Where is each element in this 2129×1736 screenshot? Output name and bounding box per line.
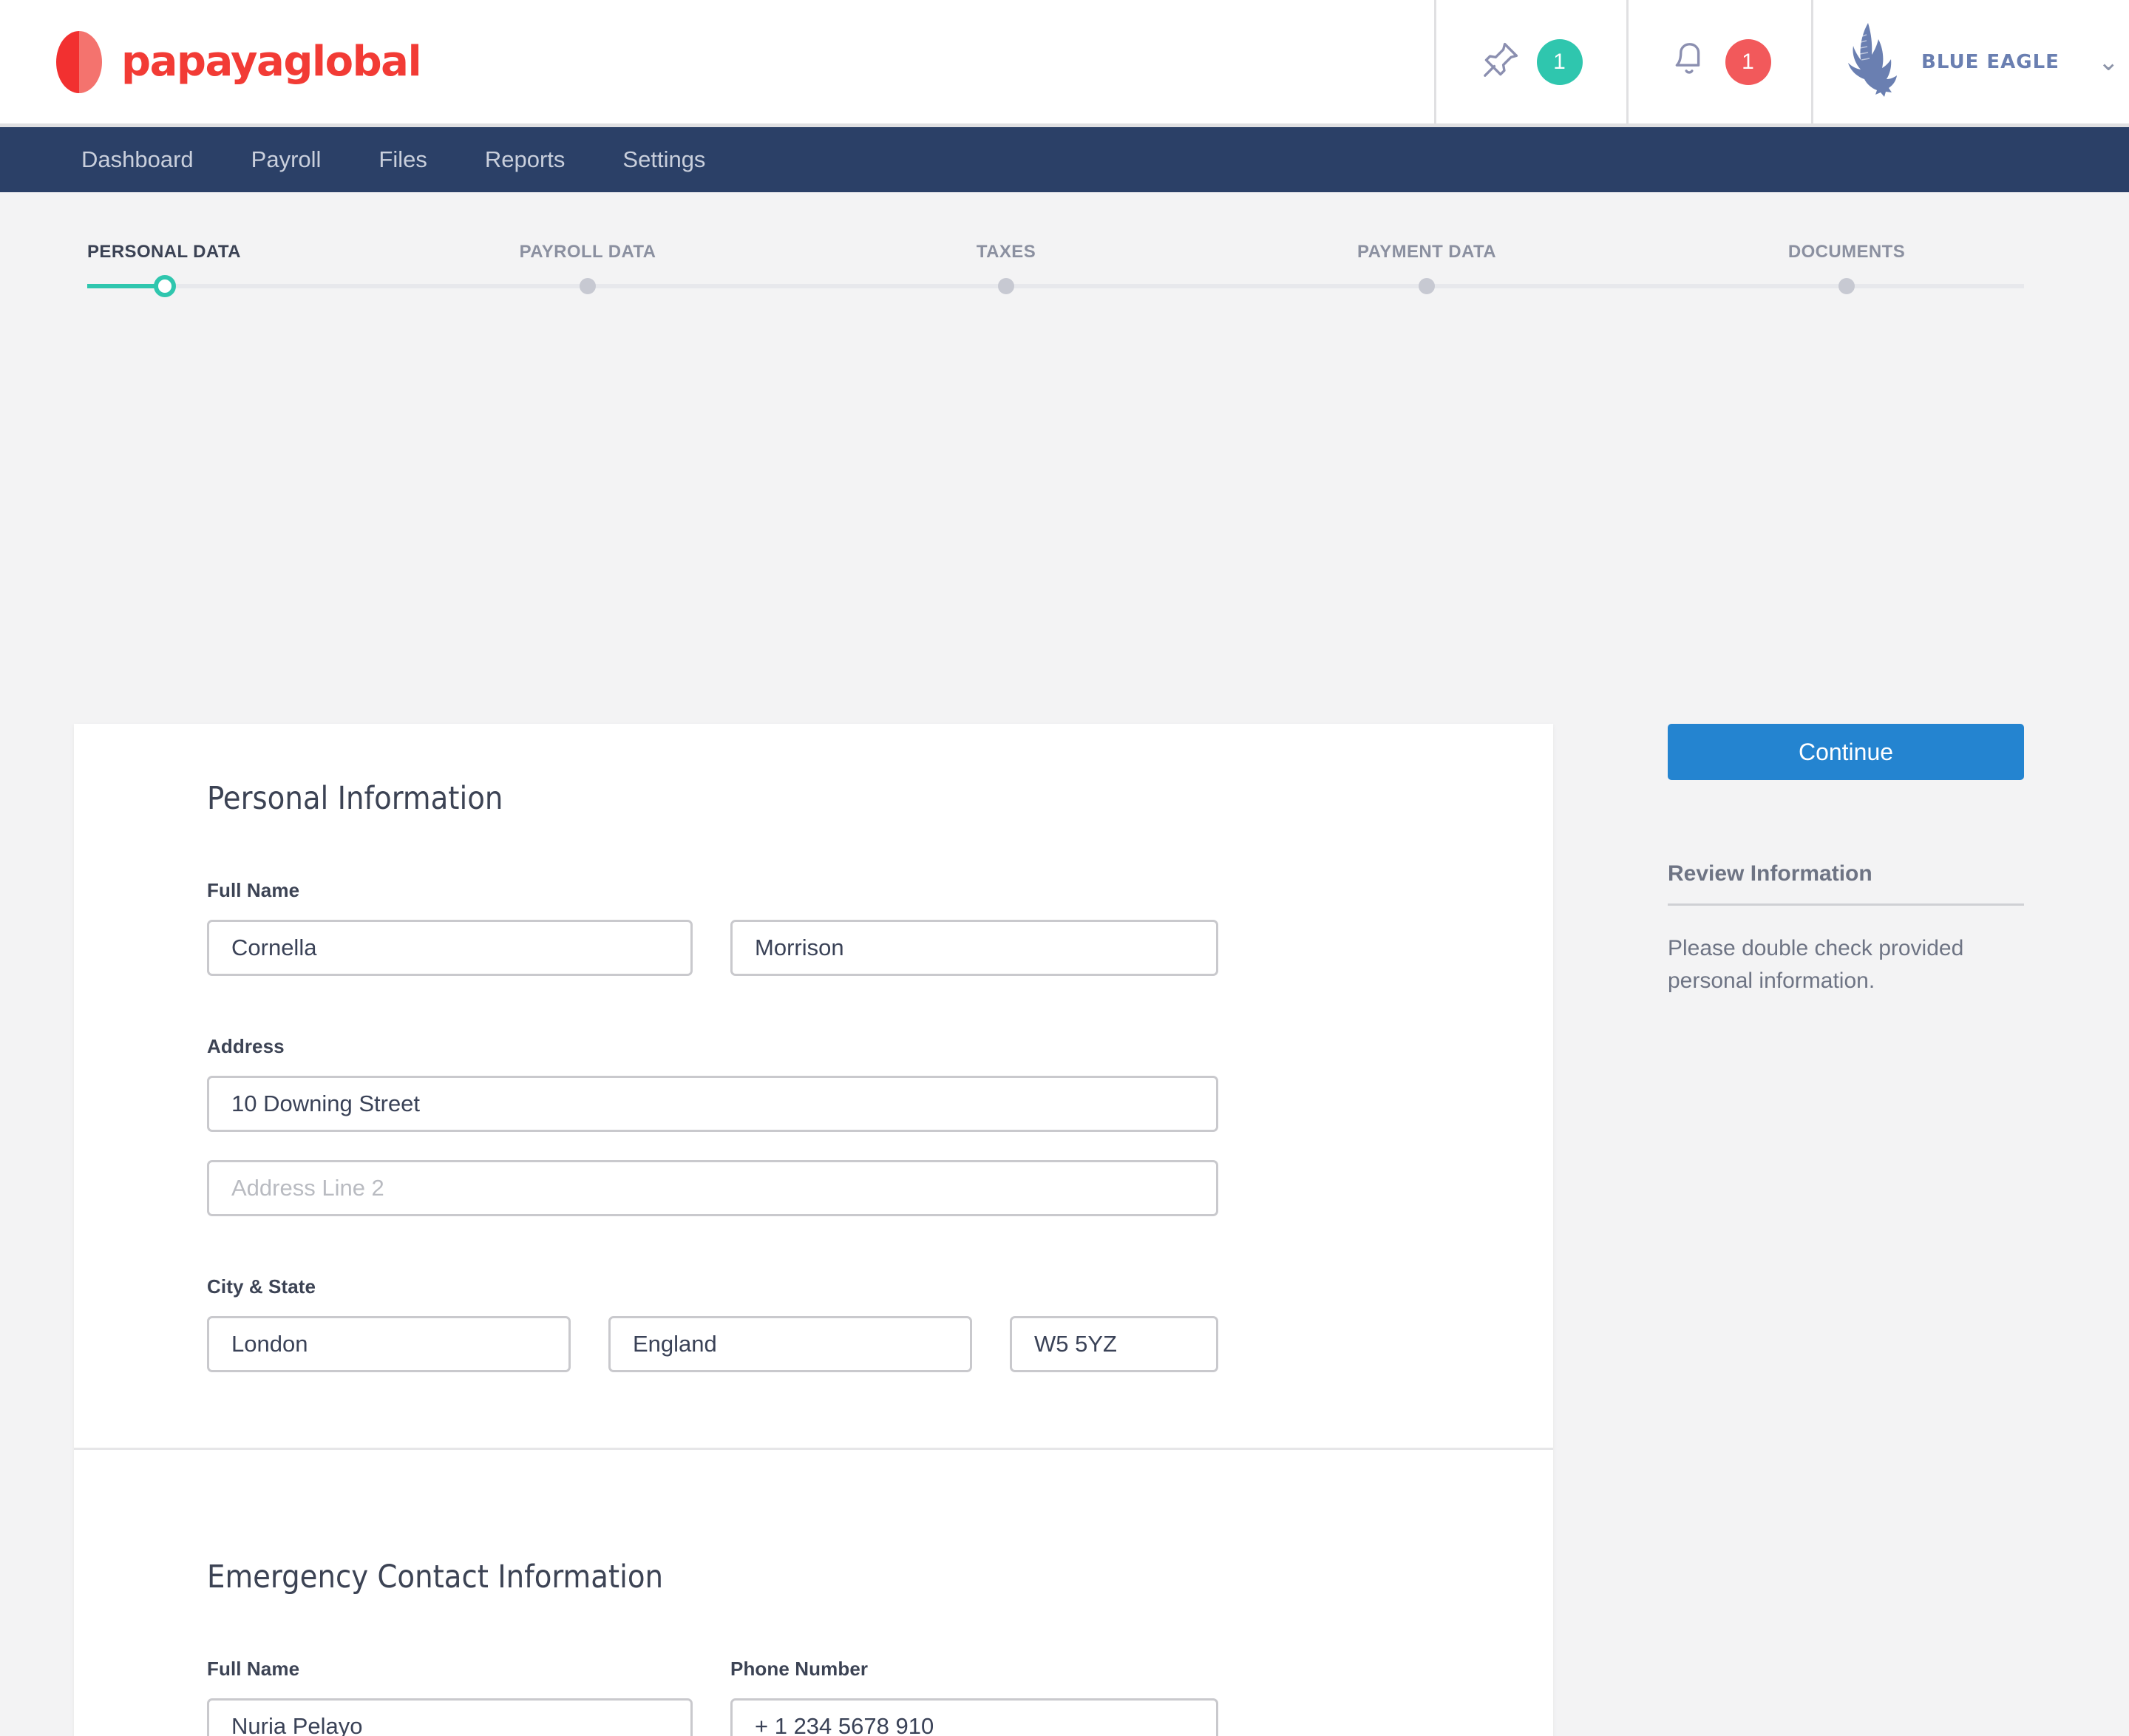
emergency-full-name-label: Full Name xyxy=(207,1658,300,1680)
address-line2-input[interactable]: Address Line 2 xyxy=(207,1160,1218,1216)
account-name: BLUE EAGLE xyxy=(1921,50,2060,73)
brand-logo[interactable]: papayaglobal xyxy=(0,0,422,123)
nav-item-reports[interactable]: Reports xyxy=(456,146,594,173)
step-dot-taxes[interactable] xyxy=(998,278,1014,294)
step-label-personal-data[interactable]: PERSONAL DATA xyxy=(87,242,241,262)
papaya-ellipse-icon xyxy=(56,30,102,93)
full-name-label: Full Name xyxy=(207,879,300,901)
review-information-title: Review Information xyxy=(1668,861,1872,886)
emergency-labels-row: Full Name Phone Number xyxy=(207,1658,1420,1681)
stepper-track xyxy=(87,275,2024,297)
notifications-badge: 1 xyxy=(1725,38,1771,85)
personal-data-card: Personal Information Full Name Cornella … xyxy=(74,724,1553,1736)
step-label-documents[interactable]: DOCUMENTS xyxy=(1788,242,1905,262)
step-dot-payroll-data[interactable] xyxy=(580,278,596,294)
zip-input[interactable]: W5 5YZ xyxy=(1010,1316,1218,1372)
step-dot-personal-data[interactable] xyxy=(154,275,176,297)
city-state-row: London England W5 5YZ xyxy=(207,1316,1420,1372)
step-label-taxes[interactable]: TAXES xyxy=(977,242,1036,262)
address-line1-input[interactable]: 10 Downing Street xyxy=(207,1076,1218,1132)
eagle-icon xyxy=(1840,18,1911,105)
last-name-input[interactable]: Morrison xyxy=(730,920,1218,976)
step-label-payroll-data[interactable]: PAYROLL DATA xyxy=(520,242,656,262)
header-spacer xyxy=(421,0,1434,123)
personal-information-section: Personal Information Full Name Cornella … xyxy=(74,724,1553,1448)
emergency-contact-section: Emergency Contact Information Full Name … xyxy=(74,1450,1553,1736)
nav-item-dashboard[interactable]: Dashboard xyxy=(53,146,223,173)
emergency-fields-row: Nuria Pelayo + 1 234 5678 910 xyxy=(207,1698,1420,1736)
step-dot-payment-data[interactable] xyxy=(1419,278,1435,294)
nav-item-settings[interactable]: Settings xyxy=(594,146,734,173)
main-nav: Dashboard Payroll Files Reports Settings xyxy=(0,127,2129,192)
state-input[interactable]: England xyxy=(608,1316,972,1372)
brand-name: papayaglobal xyxy=(121,37,422,86)
personal-information-title: Personal Information xyxy=(207,780,503,817)
address-label: Address xyxy=(207,1035,285,1057)
city-input[interactable]: London xyxy=(207,1316,571,1372)
emergency-phone-input[interactable]: + 1 234 5678 910 xyxy=(730,1698,1218,1736)
nav-item-files[interactable]: Files xyxy=(350,146,455,173)
step-dot-documents[interactable] xyxy=(1838,278,1855,294)
review-sidebar: Continue Review Information Please doubl… xyxy=(1668,724,2024,997)
nav-item-payroll[interactable]: Payroll xyxy=(223,146,350,173)
stepper-labels: PERSONAL DATA PAYROLL DATA TAXES PAYMENT… xyxy=(0,242,2129,264)
first-name-input[interactable]: Cornella xyxy=(207,920,693,976)
pinned-items-button[interactable]: 1 xyxy=(1434,0,1626,123)
step-label-payment-data[interactable]: PAYMENT DATA xyxy=(1357,242,1496,262)
continue-button[interactable]: Continue xyxy=(1668,724,2024,780)
emergency-contact-title: Emergency Contact Information xyxy=(207,1559,664,1596)
account-menu[interactable]: BLUE EAGLE ⌄ xyxy=(1811,0,2129,123)
pin-icon xyxy=(1481,40,1521,84)
bell-icon xyxy=(1669,40,1709,84)
notifications-button[interactable]: 1 xyxy=(1626,0,1811,123)
review-information-text: Please double check provided personal in… xyxy=(1668,936,1964,993)
pin-badge: 1 xyxy=(1536,38,1583,85)
address-line1-row: 10 Downing Street xyxy=(207,1076,1420,1132)
onboarding-stepper: PERSONAL DATA PAYROLL DATA TAXES PAYMENT… xyxy=(0,192,2129,340)
stepper-rail xyxy=(87,284,2024,288)
app-header: papayaglobal 1 1 BLUE EAGLE ⌄ xyxy=(0,0,2129,127)
account-logo: BLUE EAGLE xyxy=(1840,18,2060,105)
chevron-down-icon[interactable]: ⌄ xyxy=(2098,50,2119,75)
city-state-label: City & State xyxy=(207,1275,316,1298)
full-name-row: Cornella Morrison xyxy=(207,920,1420,976)
emergency-phone-label: Phone Number xyxy=(730,1658,869,1680)
address-line2-row: Address Line 2 xyxy=(207,1160,1420,1216)
review-divider xyxy=(1668,903,2024,906)
emergency-full-name-input[interactable]: Nuria Pelayo xyxy=(207,1698,693,1736)
